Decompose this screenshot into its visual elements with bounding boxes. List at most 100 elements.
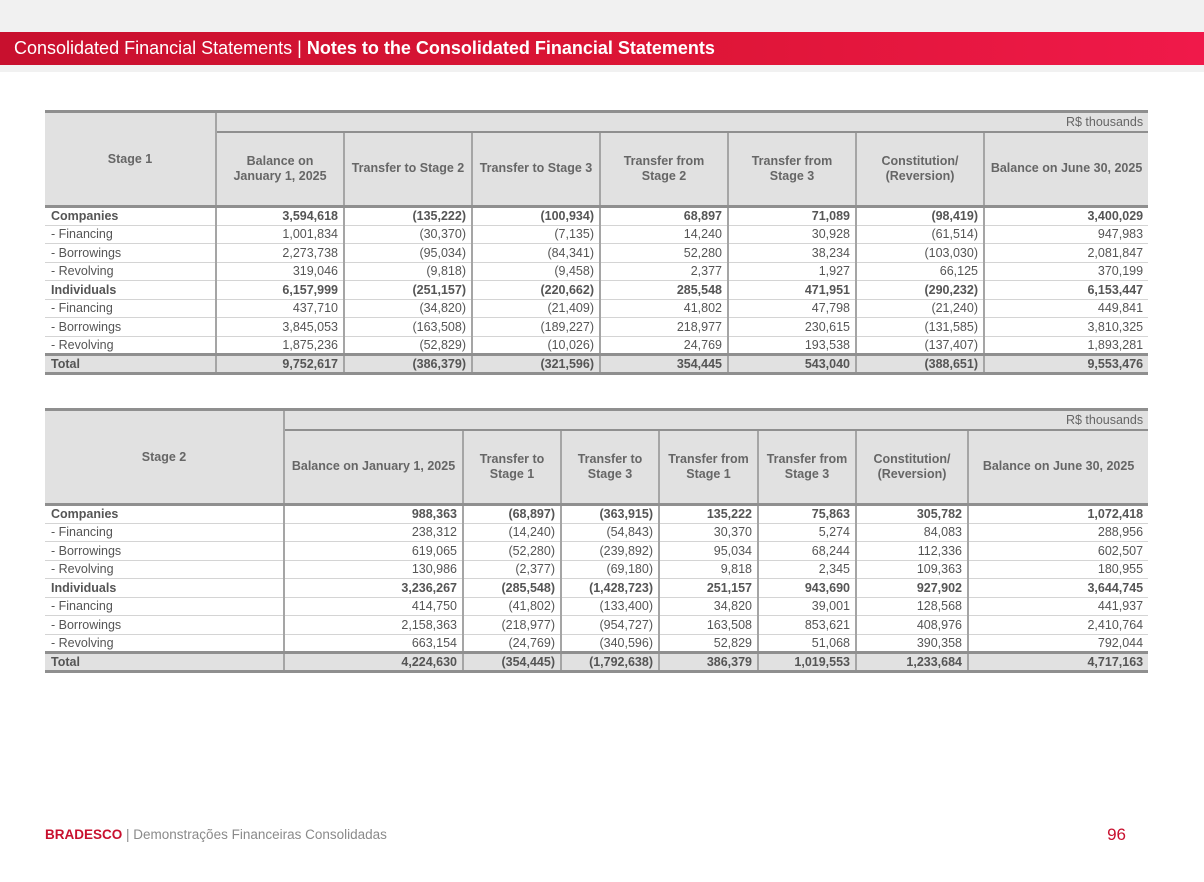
table-cell: 30,370 xyxy=(658,523,758,542)
table-cell: 3,236,267 xyxy=(283,578,463,598)
row-label: - Financing xyxy=(45,225,217,244)
table-cell: 2,410,764 xyxy=(966,615,1149,635)
row-label: - Borrowings xyxy=(45,615,285,635)
total-cell: 354,445 xyxy=(599,353,728,375)
table-cell: 163,508 xyxy=(658,615,758,635)
table-cell: (69,180) xyxy=(560,560,659,579)
table-cell: 6,153,447 xyxy=(982,280,1149,300)
table-cell: 441,937 xyxy=(966,597,1149,616)
header-separator: | xyxy=(292,38,307,58)
table-cell: 238,312 xyxy=(283,523,463,542)
column-header: Constitution/ (Reversion) xyxy=(855,428,968,506)
table-cell: 1,927 xyxy=(727,262,856,281)
table-cell: (24,769) xyxy=(462,634,561,653)
unit-label: R$ thousands xyxy=(284,408,1149,430)
header-subsection: Notes to the Consolidated Financial Stat… xyxy=(306,38,715,58)
footer-separator: | xyxy=(122,827,134,842)
table-cell: 30,928 xyxy=(727,225,856,244)
table-cell: 1,893,281 xyxy=(982,336,1149,355)
column-header: Transfer from Stage 1 xyxy=(658,428,758,506)
column-header: Transfer from Stage 3 xyxy=(757,428,856,506)
table-cell: 6,157,999 xyxy=(215,280,344,300)
column-header: Constitution/ (Reversion) xyxy=(855,130,984,208)
column-header: Balance on January 1, 2025 xyxy=(283,428,463,506)
total-cell: 9,752,617 xyxy=(215,353,344,375)
table-row: - Borrowings 2,273,738 (95,034) (84,341) 52,… xyxy=(45,243,1149,263)
table-cell: 39,001 xyxy=(757,597,856,616)
table-cell: 24,769 xyxy=(599,336,728,355)
table-cell: (21,240) xyxy=(855,299,984,318)
table-cell: (2,377) xyxy=(462,560,561,579)
table-cell: 34,820 xyxy=(658,597,758,616)
column-header: Transfer to Stage 2 xyxy=(343,130,472,208)
total-cell: 4,717,163 xyxy=(966,651,1149,673)
table-cell: 390,358 xyxy=(855,634,968,653)
table-cell: 471,951 xyxy=(727,280,856,300)
total-row: Total 4,224,630 (354,445) (1,792,638) 386,37… xyxy=(45,651,1149,673)
table-cell: 1,072,418 xyxy=(966,504,1149,524)
table-cell: 943,690 xyxy=(757,578,856,598)
table-cell: 663,154 xyxy=(283,634,463,653)
table-cell: 193,538 xyxy=(727,336,856,355)
total-cell: 9,553,476 xyxy=(982,353,1149,375)
table-cell: 408,976 xyxy=(855,615,968,635)
table-row: Individuals 6,157,999 (251,157) (220,662) 28… xyxy=(45,280,1149,300)
table-cell: 52,280 xyxy=(599,243,728,263)
row-label: Individuals xyxy=(45,578,285,598)
stage1-body: Companies 3,594,618 (135,222) (100,934) 68,8… xyxy=(45,206,1149,375)
total-row: Total 9,752,617 (386,379) (321,596) 354,445 5… xyxy=(45,353,1149,375)
row-label: Individuals xyxy=(45,280,217,300)
table-cell: (163,508) xyxy=(343,317,472,337)
total-cell: 1,019,553 xyxy=(757,651,856,673)
row-label: - Borrowings xyxy=(45,243,217,263)
header-section: Consolidated Financial Statements xyxy=(14,38,293,58)
table-cell: (103,030) xyxy=(855,243,984,263)
row-label: - Revolving xyxy=(45,560,285,579)
table-cell: 2,273,738 xyxy=(215,243,344,263)
table-cell: 71,089 xyxy=(727,206,856,226)
table-cell: (1,428,723) xyxy=(560,578,659,598)
table-cell: (52,280) xyxy=(462,541,561,561)
table-row: Companies 988,363 (68,897) (363,915) 135,222… xyxy=(45,504,1149,524)
table-cell: 285,548 xyxy=(599,280,728,300)
stage2-corner: Stage 2 xyxy=(45,408,285,506)
table-cell: 9,818 xyxy=(658,560,758,579)
table-cell: (98,419) xyxy=(855,206,984,226)
total-label: Total xyxy=(45,353,217,375)
table-cell: 370,199 xyxy=(982,262,1149,281)
table-cell: (7,135) xyxy=(471,225,600,244)
row-label: - Financing xyxy=(45,523,285,542)
unit-row: Stage 2 R$ thousands xyxy=(45,408,1149,506)
table-cell: (220,662) xyxy=(471,280,600,300)
table-cell: (340,596) xyxy=(560,634,659,653)
table-cell: (30,370) xyxy=(343,225,472,244)
row-label: - Borrowings xyxy=(45,317,217,337)
table-cell: 230,615 xyxy=(727,317,856,337)
row-label: - Borrowings xyxy=(45,541,285,561)
total-cell: 1,233,684 xyxy=(855,651,968,673)
table-cell: 128,568 xyxy=(855,597,968,616)
table-cell: 75,863 xyxy=(757,504,856,524)
stage2-body: Companies 988,363 (68,897) (363,915) 135,222… xyxy=(45,504,1149,673)
table-row: - Revolving 663,154 (24,769) (340,596) 52,82… xyxy=(45,634,1149,653)
page-number: 96 xyxy=(1107,825,1126,844)
table-row: - Revolving 130,986 (2,377) (69,180) 9,818 2,… xyxy=(45,560,1149,579)
table-cell: (10,026) xyxy=(471,336,600,355)
page-header: Consolidated Financial Statements | Note… xyxy=(0,32,1204,65)
table-cell: 251,157 xyxy=(658,578,758,598)
table-row: - Borrowings 2,158,363 (218,977) (954,727) 1… xyxy=(45,615,1149,635)
total-cell: (386,379) xyxy=(343,353,472,375)
total-cell: (354,445) xyxy=(462,651,561,673)
table-cell: 1,875,236 xyxy=(215,336,344,355)
table-cell: (34,820) xyxy=(343,299,472,318)
footer-text: Demonstrações Financeiras Consolidadas xyxy=(133,827,387,842)
table-row: - Financing 437,710 (34,820) (21,409) 41,802… xyxy=(45,299,1149,318)
row-label: - Revolving xyxy=(45,634,285,653)
column-header: Transfer from Stage 2 xyxy=(599,130,728,208)
row-label: - Financing xyxy=(45,299,217,318)
table-cell: 288,956 xyxy=(966,523,1149,542)
table-cell: (135,222) xyxy=(343,206,472,226)
table-cell: 2,158,363 xyxy=(283,615,463,635)
table-cell: 14,240 xyxy=(599,225,728,244)
column-header: Transfer to Stage 3 xyxy=(560,428,659,506)
